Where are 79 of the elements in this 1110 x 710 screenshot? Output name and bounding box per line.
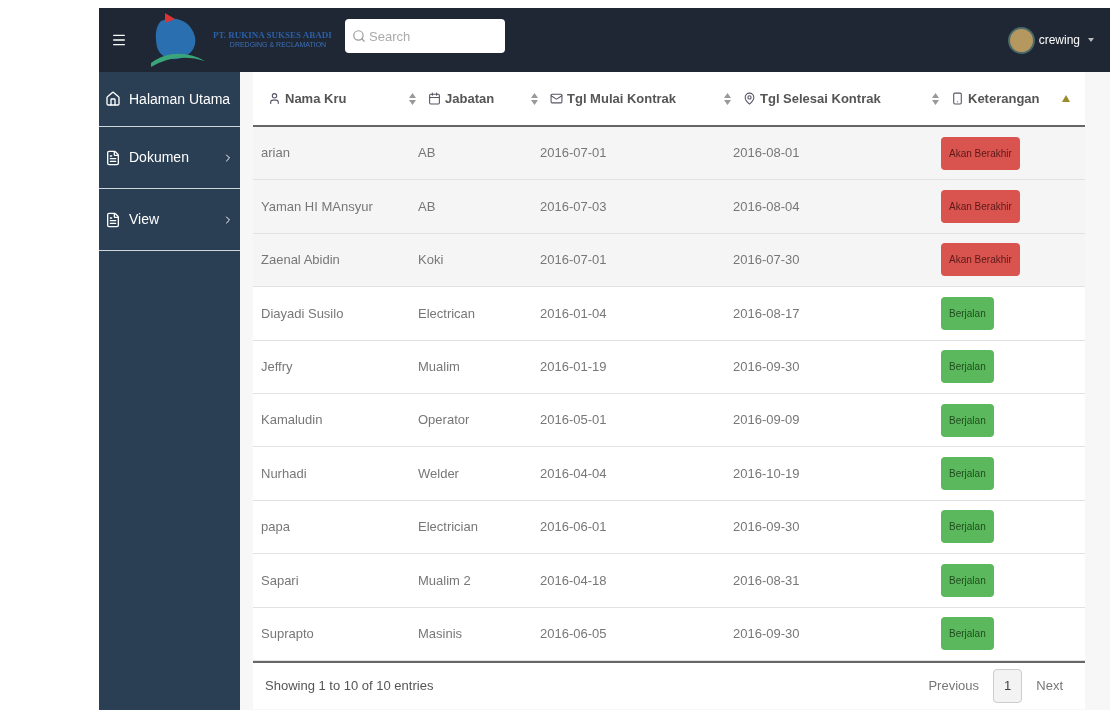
table-cell: Yaman HI MAnsyur: [261, 198, 373, 214]
person-icon: [268, 92, 281, 105]
pagination-link[interactable]: Next: [1026, 670, 1073, 702]
column-header[interactable]: Tgl Selesai Kontrak: [760, 88, 928, 109]
table-cell: 2016-06-05: [540, 625, 607, 641]
table-cell: AB: [418, 198, 436, 214]
pagination-link[interactable]: Previous: [918, 670, 990, 702]
caret-icon[interactable]: [1088, 38, 1094, 42]
envelope-icon: [550, 92, 563, 105]
table-cell: Masinis: [418, 625, 463, 641]
home-icon: [105, 91, 121, 107]
table-cell: 2016-07-30: [733, 252, 800, 268]
search-field[interactable]: Search: [345, 19, 505, 53]
column-header[interactable]: Nama Kru: [285, 88, 405, 109]
table-cell: 2016-08-04: [733, 198, 800, 214]
table-cell: Jeffry: [261, 359, 293, 374]
sort-ascending-icon[interactable]: [1062, 95, 1070, 102]
table-cell: 2016-10-19: [733, 465, 800, 481]
table-cell: Kamaludin: [261, 412, 323, 428]
table-cell: Operator: [418, 412, 470, 428]
column-header[interactable]: Jabatan: [445, 88, 527, 109]
status-badge: Berjalan: [941, 457, 994, 491]
table-cell: 2016-07-03: [540, 198, 607, 214]
company-name: PT. RUKINA SUKSES ABADI: [213, 30, 333, 42]
avatar[interactable]: [1007, 26, 1035, 54]
table-cell: Diayadi Susilo: [261, 305, 344, 321]
table-cell: 2016-04-18: [540, 572, 607, 588]
table-cell: Mualim: [418, 359, 460, 374]
calendar-icon: [428, 92, 441, 105]
document-icon: [105, 211, 121, 228]
table-cell: 2016-01-04: [540, 305, 607, 321]
status-badge: Akan Berakhir: [941, 190, 1020, 224]
table-cell: 2016-08-01: [733, 145, 800, 161]
document-icon: [105, 149, 121, 166]
table-cell: 2016-01-19: [540, 359, 607, 374]
sort-icon[interactable]: [531, 92, 538, 105]
sort-icon[interactable]: [932, 92, 939, 105]
status-badge: Berjalan: [941, 563, 994, 597]
pagination-link[interactable]: 1: [993, 669, 1023, 703]
sort-icon[interactable]: [724, 92, 731, 105]
table-cell: 2016-09-30: [733, 625, 800, 641]
column-header[interactable]: Tgl Mulai Kontrak: [567, 88, 720, 109]
sort-icon[interactable]: [409, 92, 416, 105]
table-cell: Koki: [418, 252, 444, 268]
status-badge: Akan Berakhir: [941, 243, 1020, 277]
table-cell: 2016-04-04: [540, 465, 607, 481]
status-badge: Berjalan: [941, 510, 994, 544]
table-cell: 2016-06-01: [540, 519, 607, 535]
menu-icon[interactable]: [111, 32, 127, 48]
table-cell: 2016-08-17: [733, 305, 800, 321]
status-badge: Akan Berakhir: [941, 136, 1020, 170]
table-cell: papa: [261, 519, 290, 535]
status-badge: Berjalan: [941, 350, 994, 384]
table-cell: Zaenal Abidin: [261, 252, 340, 268]
status-badge: Berjalan: [941, 296, 994, 330]
table-cell: arian: [261, 145, 290, 161]
table-cell: 2016-09-30: [733, 359, 800, 374]
table-cell: 2016-08-31: [733, 572, 800, 588]
table-cell: 2016-09-09: [733, 412, 800, 428]
phone-icon: [951, 92, 964, 105]
user-name[interactable]: crewing: [1038, 31, 1080, 49]
entries-info: Showing 1 to 10 of 10 entries: [265, 677, 434, 696]
table-cell: 2016-05-01: [540, 412, 607, 428]
table-cell: Nurhadi: [261, 465, 307, 481]
table-cell: 2016-07-01: [540, 252, 607, 268]
column-header[interactable]: Keterangan: [968, 88, 1058, 109]
table-cell: AB: [418, 145, 436, 161]
table-cell: Suprapto: [261, 625, 314, 641]
table-cell: 2016-09-30: [733, 519, 800, 535]
search-icon: [352, 29, 366, 43]
table-cell: Electrician: [418, 519, 478, 535]
status-badge: Berjalan: [941, 403, 994, 437]
table-cell: Welder: [418, 465, 459, 481]
status-badge: Berjalan: [941, 617, 994, 651]
table-cell: Mualim 2: [418, 572, 471, 588]
location-pin-icon: [743, 92, 756, 105]
table-cell: Sapari: [261, 572, 299, 588]
table-cell: 2016-07-01: [540, 145, 607, 161]
table-cell: Electrican: [418, 305, 476, 321]
